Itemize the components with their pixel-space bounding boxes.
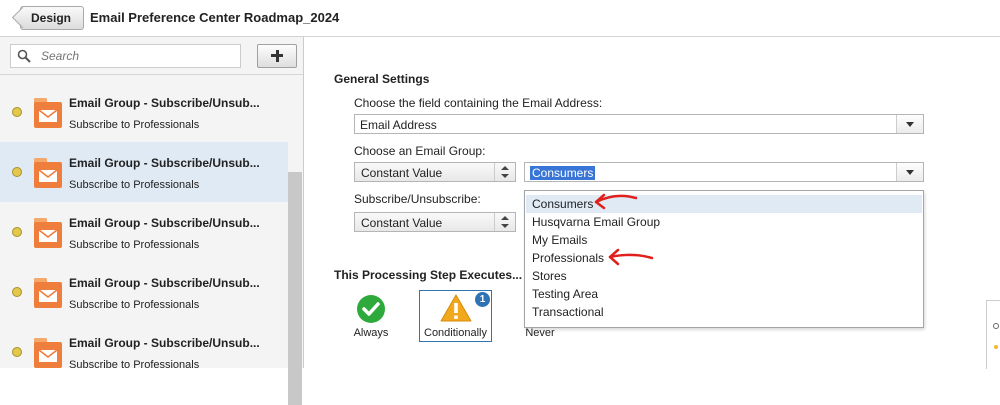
step-item-title: Email Group - Subscribe/Unsub...	[69, 96, 260, 110]
email-group-selected-value: Consumers	[530, 166, 596, 180]
annotation-arrow-icon	[594, 193, 638, 210]
dropdown-option[interactable]: My Emails	[526, 231, 922, 249]
email-group-label: Choose an Email Group:	[354, 144, 486, 158]
subscribe-source-select[interactable]: Constant Value	[354, 212, 516, 232]
chevron-down-icon[interactable]	[896, 163, 923, 181]
email-group-select[interactable]: Consumers	[524, 162, 924, 182]
status-dot	[12, 347, 22, 357]
status-dot	[12, 167, 22, 177]
step-item-subtitle: Subscribe to Professionals	[69, 359, 200, 371]
email-field-label: Choose the field containing the Email Ad…	[354, 96, 603, 110]
step-list-item[interactable]: Email Group - Subscribe/Unsub... Subscrib…	[0, 142, 288, 202]
chevron-down-icon[interactable]	[896, 115, 923, 133]
step-list-item[interactable]: Email Group - Subscribe/Unsub... Subscrib…	[0, 322, 288, 382]
execute-conditionally-label: Conditionally	[424, 327, 487, 339]
design-back-button[interactable]: Design	[20, 6, 85, 30]
step-item-subtitle: Subscribe to Professionals	[69, 239, 200, 251]
dropdown-option[interactable]: Testing Area	[526, 285, 922, 303]
email-group-envelope-icon	[33, 277, 63, 309]
general-settings-heading: General Settings	[334, 72, 430, 86]
search-box[interactable]	[10, 44, 241, 68]
email-field-select[interactable]: Email Address	[354, 114, 924, 134]
execution-heading: This Processing Step Executes...	[334, 268, 523, 282]
sidebar-scrollbar[interactable]	[288, 172, 302, 405]
email-group-envelope-icon	[33, 157, 63, 189]
step-item-title: Email Group - Subscribe/Unsub...	[69, 336, 260, 350]
search-icon	[17, 49, 31, 63]
step-list-item[interactable]: Email Group - Subscribe/Unsub... Subscrib…	[0, 262, 288, 322]
status-dot	[12, 107, 22, 117]
dropdown-option[interactable]: Consumers	[526, 195, 922, 213]
email-group-envelope-icon	[33, 97, 63, 129]
dropdown-option[interactable]: Stores	[526, 267, 922, 285]
email-group-envelope-icon	[33, 217, 63, 249]
dropdown-option[interactable]: Husqvarna Email Group	[526, 213, 922, 231]
step-list-item[interactable]: Email Group - Subscribe/Unsub... Subscrib…	[0, 202, 288, 262]
email-group-envelope-icon	[33, 337, 63, 369]
page-title: Email Preference Center Roadmap_2024	[90, 10, 340, 25]
step-item-title: Email Group - Subscribe/Unsub...	[69, 276, 260, 290]
email-group-dropdown[interactable]: Consumers Husqvarna Email Group My Emails P…	[524, 190, 924, 328]
dropdown-option[interactable]: Transactional	[526, 303, 922, 321]
status-dot	[12, 287, 22, 297]
sidebar: Email Group - Subscribe/Unsub... Subscrib…	[0, 37, 304, 405]
step-item-title: Email Group - Subscribe/Unsub...	[69, 216, 260, 230]
spinner-arrows-icon[interactable]	[494, 163, 515, 181]
warning-icon	[440, 294, 472, 322]
step-item-title: Email Group - Subscribe/Unsub...	[69, 156, 260, 170]
list-divider	[0, 74, 303, 75]
dropdown-option[interactable]: Professionals	[526, 249, 922, 267]
step-item-subtitle: Subscribe to Professionals	[69, 119, 200, 131]
status-dot	[12, 227, 22, 237]
step-item-subtitle: Subscribe to Professionals	[69, 179, 200, 191]
annotation-arrow-icon	[608, 248, 654, 266]
add-step-button[interactable]	[257, 44, 297, 68]
condition-count-badge: 1	[475, 292, 490, 307]
step-list-item[interactable]: Email Group - Subscribe/Unsub... Subscrib…	[0, 82, 288, 142]
side-panel-edge	[986, 300, 1000, 369]
execute-never-option[interactable]: Never	[520, 327, 560, 339]
checkmark-icon	[357, 295, 385, 323]
top-bar: Design Email Preference Center Roadmap_2…	[0, 0, 1000, 37]
subscribe-label: Subscribe/Unsubscribe:	[354, 192, 481, 206]
search-input[interactable]	[39, 47, 233, 65]
step-item-subtitle: Subscribe to Professionals	[69, 299, 200, 311]
email-group-source-select[interactable]: Constant Value	[354, 162, 516, 182]
spinner-arrows-icon[interactable]	[494, 213, 515, 231]
